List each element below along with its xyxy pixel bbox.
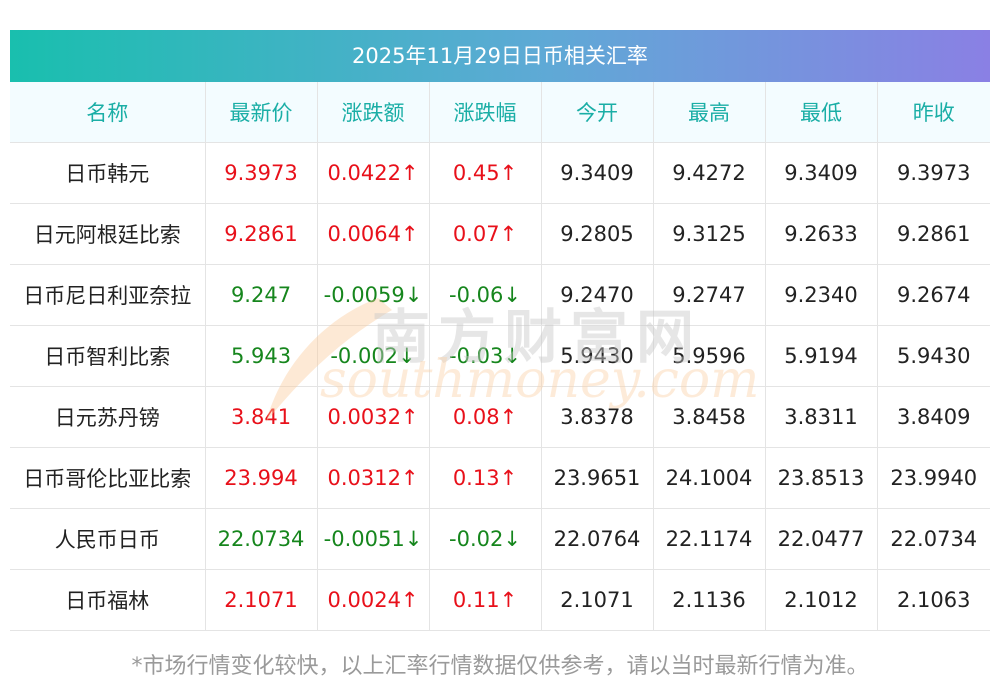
low-price: 3.8311	[765, 386, 878, 448]
column-header-high: 最高	[653, 82, 766, 143]
latest-price: 9.3973	[205, 142, 318, 204]
prev-close-price: 9.2861	[877, 203, 990, 265]
currency-pair-name: 日币智利比索	[10, 325, 206, 387]
table-row: 日币智利比索 5.943 -0.002↓ -0.03↓ 5.9430 5.959…	[10, 325, 990, 387]
prev-close-price: 23.9940	[877, 447, 990, 509]
latest-price: 22.0734	[205, 508, 318, 570]
change-amount: -0.0051↓	[317, 508, 430, 570]
high-price: 9.4272	[653, 142, 766, 204]
latest-price: 3.841	[205, 386, 318, 448]
table-row: 人民币日币 22.0734 -0.0051↓ -0.02↓ 22.0764 22…	[10, 508, 990, 570]
high-price: 9.3125	[653, 203, 766, 265]
table-row: 日币福林 2.1071 0.0024↑ 0.11↑ 2.1071 2.1136 …	[10, 569, 990, 631]
latest-price: 9.2861	[205, 203, 318, 265]
currency-pair-name: 日元苏丹镑	[10, 386, 206, 448]
disclaimer-footnote: *市场行情变化较快，以上汇率行情数据仅供参考，请以当时最新行情为准。	[131, 654, 869, 679]
change-amount: -0.002↓	[317, 325, 430, 387]
change-percent: -0.02↓	[429, 508, 542, 570]
column-header-open: 今开	[541, 82, 654, 143]
open-price: 9.3409	[541, 142, 654, 204]
change-amount: 0.0312↑	[317, 447, 430, 509]
column-header-low: 最低	[765, 82, 878, 143]
change-percent: 0.07↑	[429, 203, 542, 265]
latest-price: 5.943	[205, 325, 318, 387]
currency-pair-name: 日币哥伦比亚比索	[10, 447, 206, 509]
high-price: 3.8458	[653, 386, 766, 448]
prev-close-price: 2.1063	[877, 569, 990, 631]
low-price: 9.3409	[765, 142, 878, 204]
change-amount: -0.0059↓	[317, 264, 430, 326]
change-percent: 0.08↑	[429, 386, 542, 448]
low-price: 22.0477	[765, 508, 878, 570]
high-price: 5.9596	[653, 325, 766, 387]
currency-pair-name: 日币尼日利亚奈拉	[10, 264, 206, 326]
high-price: 22.1174	[653, 508, 766, 570]
exchange-rate-page: 2025年11月29日日币相关汇率 名称 最新价 涨跌额 涨跌幅 今开 最高 最…	[0, 0, 1000, 697]
low-price: 23.8513	[765, 447, 878, 509]
column-header-change-pct: 涨跌幅	[429, 82, 542, 143]
open-price: 9.2470	[541, 264, 654, 326]
prev-close-price: 5.9430	[877, 325, 990, 387]
prev-close-price: 9.3973	[877, 142, 990, 204]
open-price: 2.1071	[541, 569, 654, 631]
change-amount: 0.0422↑	[317, 142, 430, 204]
low-price: 9.2340	[765, 264, 878, 326]
column-header-latest: 最新价	[205, 82, 318, 143]
open-price: 5.9430	[541, 325, 654, 387]
low-price: 9.2633	[765, 203, 878, 265]
change-amount: 0.0064↑	[317, 203, 430, 265]
table-header-row: 名称 最新价 涨跌额 涨跌幅 今开 最高 最低 昨收	[10, 82, 990, 143]
currency-pair-name: 日币韩元	[10, 142, 206, 204]
prev-close-price: 3.8409	[877, 386, 990, 448]
high-price: 9.2747	[653, 264, 766, 326]
column-header-change: 涨跌额	[317, 82, 430, 143]
change-amount: 0.0032↑	[317, 386, 430, 448]
open-price: 9.2805	[541, 203, 654, 265]
table-row: 日元苏丹镑 3.841 0.0032↑ 0.08↑ 3.8378 3.8458 …	[10, 386, 990, 448]
currency-pair-name: 日元阿根廷比索	[10, 203, 206, 265]
open-price: 3.8378	[541, 386, 654, 448]
change-percent: 0.13↑	[429, 447, 542, 509]
prev-close-price: 22.0734	[877, 508, 990, 570]
low-price: 5.9194	[765, 325, 878, 387]
open-price: 22.0764	[541, 508, 654, 570]
high-price: 2.1136	[653, 569, 766, 631]
latest-price: 9.247	[205, 264, 318, 326]
open-price: 23.9651	[541, 447, 654, 509]
table-row: 日币韩元 9.3973 0.0422↑ 0.45↑ 9.3409 9.4272 …	[10, 142, 990, 204]
latest-price: 2.1071	[205, 569, 318, 631]
table-row: 日币哥伦比亚比索 23.994 0.0312↑ 0.13↑ 23.9651 24…	[10, 447, 990, 509]
change-percent: -0.03↓	[429, 325, 542, 387]
low-price: 2.1012	[765, 569, 878, 631]
change-percent: 0.45↑	[429, 142, 542, 204]
column-header-prev-close: 昨收	[877, 82, 990, 143]
high-price: 24.1004	[653, 447, 766, 509]
page-title: 2025年11月29日日币相关汇率	[10, 30, 990, 82]
table-row: 日币尼日利亚奈拉 9.247 -0.0059↓ -0.06↓ 9.2470 9.…	[10, 264, 990, 326]
table-row: 日元阿根廷比索 9.2861 0.0064↑ 0.07↑ 9.2805 9.31…	[10, 203, 990, 265]
prev-close-price: 9.2674	[877, 264, 990, 326]
column-header-name: 名称	[10, 82, 206, 143]
change-percent: -0.06↓	[429, 264, 542, 326]
exchange-rate-table: 名称 最新价 涨跌额 涨跌幅 今开 最高 最低 昨收 日币韩元 9.3973 0…	[10, 82, 990, 631]
change-percent: 0.11↑	[429, 569, 542, 631]
currency-pair-name: 人民币日币	[10, 508, 206, 570]
change-amount: 0.0024↑	[317, 569, 430, 631]
latest-price: 23.994	[205, 447, 318, 509]
currency-pair-name: 日币福林	[10, 569, 206, 631]
